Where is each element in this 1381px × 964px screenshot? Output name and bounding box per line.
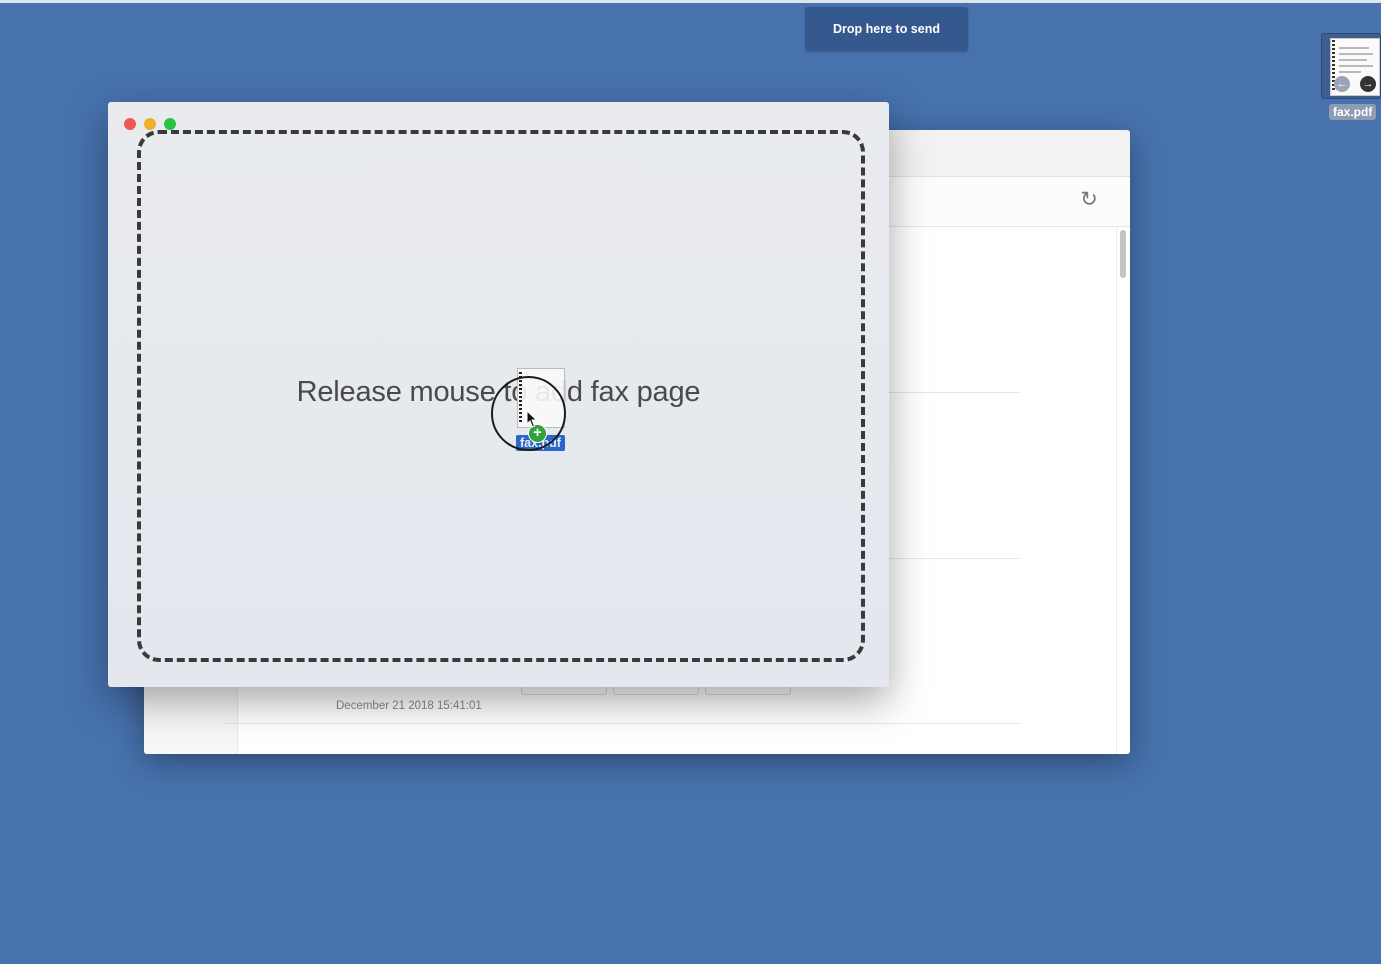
forward-arrow-icon: → — [1360, 76, 1376, 92]
row-action-button[interactable] — [521, 686, 607, 695]
minimize-button[interactable] — [144, 118, 156, 130]
fax-timestamp: December 21 2018 15:41:01 — [336, 700, 482, 712]
zoom-button[interactable] — [164, 118, 176, 130]
desktop-file-fax-pdf[interactable]: ← → fax.pdf — [1321, 33, 1381, 123]
drop-here-label: Drop here to send — [833, 22, 940, 36]
row-action-button[interactable] — [705, 686, 791, 695]
refresh-icon[interactable]: ↻ — [1078, 189, 1100, 211]
pdf-document-icon: ← → — [1321, 33, 1381, 99]
back-arrow-icon: ← — [1334, 76, 1350, 92]
close-button[interactable] — [124, 118, 136, 130]
row-action-button[interactable] — [613, 686, 699, 695]
menu-bar-edge — [0, 0, 1381, 3]
scrollbar-thumb[interactable] — [1120, 230, 1126, 278]
desktop-file-name: fax.pdf — [1329, 104, 1377, 120]
drop-here-banner[interactable]: Drop here to send — [805, 7, 968, 51]
mouse-pointer-icon — [526, 410, 538, 428]
scrollbar-track — [1116, 227, 1117, 754]
